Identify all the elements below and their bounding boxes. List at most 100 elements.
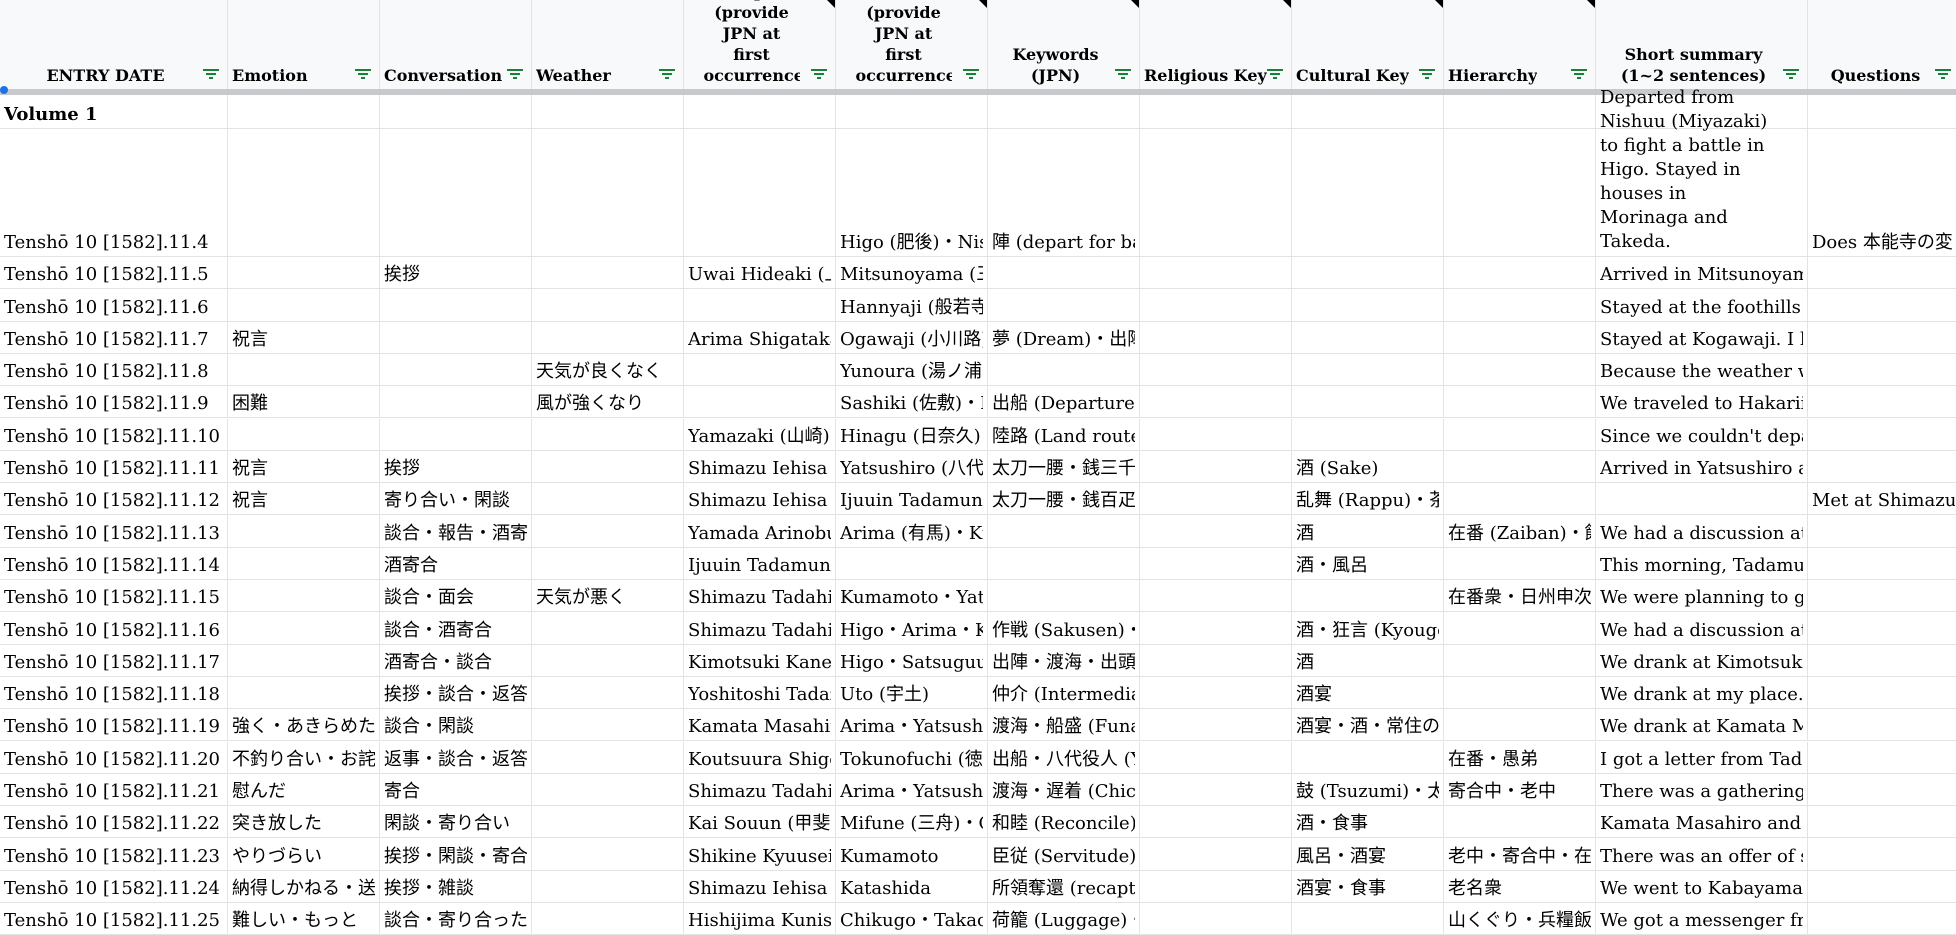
cell-people[interactable]: Shimazu Tadahira <box>684 773 836 807</box>
cell-emotion[interactable]: 突き放した <box>228 806 380 839</box>
cell-places[interactable]: Higo・Satsuguuni <box>836 644 988 677</box>
cell-date[interactable]: Tenshō 10 [1582].11.21 <box>0 773 228 807</box>
cell-cultural[interactable]: 酒 <box>1292 515 1444 548</box>
cell-places[interactable]: Higo (肥後)・Nis <box>836 129 988 257</box>
cell-hierarchy[interactable] <box>1444 483 1596 516</box>
cell-summary[interactable]: Stayed at the foothills of Hannyaji. <box>1596 289 1808 322</box>
cell-questions[interactable]: Met at Shimazu Ie <box>1808 483 1956 516</box>
filter-icon[interactable] <box>1935 68 1951 80</box>
column-header-conversation[interactable]: Conversation <box>380 0 532 90</box>
cell-keywords[interactable] <box>988 515 1140 548</box>
cell-people[interactable] <box>684 386 836 419</box>
cell-date[interactable]: Tenshō 10 [1582].11.12 <box>0 483 228 516</box>
cell-keywords[interactable] <box>988 547 1140 580</box>
cell-cultural[interactable] <box>1292 257 1444 290</box>
cell-emotion[interactable] <box>228 129 380 257</box>
cell-date[interactable]: Tenshō 10 [1582].11.24 <box>0 870 228 903</box>
cell-people[interactable]: Shimazu Iehisa (島 <box>684 450 836 484</box>
cell-hierarchy[interactable] <box>1444 321 1596 354</box>
cell-cultural[interactable]: 酒宴 <box>1292 676 1444 710</box>
cell-questions[interactable] <box>1808 645 1956 677</box>
cell-religious[interactable] <box>1140 450 1292 484</box>
cell-keywords[interactable] <box>988 353 1140 387</box>
cell-conversation[interactable] <box>380 386 532 419</box>
cell-date[interactable]: Tenshō 10 [1582].11.13 <box>0 515 228 548</box>
cell-weather[interactable] <box>532 612 684 645</box>
cell-summary[interactable]: There was a gathering at Tadahira's plac… <box>1596 773 1808 807</box>
cell-date[interactable]: Tenshō 10 [1582].11.18 <box>0 676 228 710</box>
cell-summary[interactable]: We went to Kabayama Gensa's inn and ate … <box>1596 870 1808 903</box>
cell-hierarchy[interactable] <box>1444 353 1596 387</box>
filter-icon[interactable] <box>811 68 827 80</box>
cell-people[interactable]: Ijuuin Tadamune・Kimotsuki Kanehiro (肝付兼寛… <box>684 547 836 580</box>
filter-icon[interactable] <box>1267 68 1283 80</box>
cell-religious[interactable] <box>1140 709 1292 742</box>
cell-people[interactable]: Shimazu Tadahira <box>684 580 836 613</box>
cell-weather[interactable] <box>532 547 684 580</box>
filter-icon[interactable] <box>203 68 219 80</box>
cell-weather[interactable] <box>532 806 684 839</box>
cell-questions[interactable] <box>1808 548 1956 580</box>
selection-handle[interactable] <box>0 86 8 94</box>
cell-questions[interactable]: Does 本能寺の変 a <box>1808 129 1956 257</box>
cell-date[interactable]: Tenshō 10 [1582].11.20 <box>0 741 228 774</box>
cell-cultural[interactable]: 鼓 (Tsuzumi)・太 <box>1292 773 1444 807</box>
cell-keywords[interactable]: 仲介 (Intermediary) <box>988 676 1140 710</box>
cell-hierarchy[interactable]: 在番・愚弟 <box>1444 741 1596 774</box>
cell-emotion[interactable]: 難しい・もっと <box>228 903 380 935</box>
column-header-people[interactable]: People (provide JPN at first occurrence) <box>684 0 836 90</box>
column-header-hierarchy[interactable]: Hierarchy <box>1444 0 1596 90</box>
cell[interactable] <box>1808 95 1956 129</box>
cell-cultural[interactable]: 酒 <box>1292 644 1444 677</box>
cell-religious[interactable] <box>1140 903 1292 935</box>
cell-conversation[interactable]: 酒寄合・談合 <box>380 644 532 677</box>
cell-conversation[interactable]: 談合・面会 <box>380 580 532 613</box>
filter-icon[interactable] <box>355 68 371 80</box>
cell-questions[interactable] <box>1808 580 1956 613</box>
cell-questions[interactable] <box>1808 451 1956 484</box>
filter-icon[interactable] <box>1115 68 1131 80</box>
cell-hierarchy[interactable] <box>1444 257 1596 290</box>
cell-keywords[interactable]: 出船 (Departure by boat) <box>988 386 1140 419</box>
cell-people[interactable]: Arima Shigataka ( <box>684 321 836 354</box>
cell[interactable] <box>836 95 988 129</box>
cell-religious[interactable] <box>1140 773 1292 807</box>
cell-questions[interactable] <box>1808 419 1956 451</box>
cell-people[interactable]: Shimazu Iehisa・I <box>684 483 836 516</box>
cell-keywords[interactable]: 渡海・遅着 (Chichaku) <box>988 773 1140 807</box>
cell-places[interactable]: Sashiki (佐敷)・H <box>836 386 988 419</box>
cell-religious[interactable] <box>1140 418 1292 451</box>
cell-questions[interactable] <box>1808 677 1956 710</box>
cell-keywords[interactable]: 和睦 (Reconcile) <box>988 806 1140 839</box>
cell-weather[interactable] <box>532 838 684 871</box>
cell-people[interactable]: Kamata Masahiro <box>684 709 836 742</box>
cell-religious[interactable] <box>1140 289 1292 322</box>
cell-date[interactable]: Tenshō 10 [1582].11.15 <box>0 580 228 613</box>
cell-cultural[interactable]: 酒・風呂 <box>1292 547 1444 580</box>
cell-hierarchy[interactable] <box>1444 612 1596 645</box>
column-header-emotion[interactable]: Emotion <box>228 0 380 90</box>
cell-cultural[interactable] <box>1292 289 1444 322</box>
cell-hierarchy[interactable] <box>1444 450 1596 484</box>
cell-date[interactable]: Tenshō 10 [1582].11.6 <box>0 289 228 322</box>
cell-weather[interactable] <box>532 741 684 774</box>
cell-religious[interactable] <box>1140 870 1292 903</box>
cell-summary[interactable]: Because the weather was bad, we were fin… <box>1596 353 1808 387</box>
cell-summary[interactable]: We had a discussion at Tadahira's shelte… <box>1596 515 1808 548</box>
cell-weather[interactable] <box>532 515 684 548</box>
cell-weather[interactable] <box>532 129 684 257</box>
cell[interactable] <box>380 95 532 129</box>
cell-emotion[interactable] <box>228 580 380 613</box>
cell-religious[interactable] <box>1140 676 1292 710</box>
cell[interactable] <box>1140 95 1292 129</box>
cell-summary[interactable]: We had a discussion at Tadahira's shelte… <box>1596 612 1808 645</box>
cell-hierarchy[interactable] <box>1444 386 1596 419</box>
cell-summary[interactable]: We drank at Kimotsuki Kanehiro's place a… <box>1596 644 1808 677</box>
cell-summary[interactable]: Kamata Masahiro and Hishijima Kunisada n <box>1596 806 1808 839</box>
cell-date[interactable]: Tenshō 10 [1582].11.16 <box>0 612 228 645</box>
cell-religious[interactable] <box>1140 838 1292 871</box>
cell-date[interactable]: Tenshō 10 [1582].11.11 <box>0 450 228 484</box>
cell-places[interactable] <box>836 547 988 580</box>
cell-keywords[interactable] <box>988 257 1140 290</box>
cell-conversation[interactable]: 談合・閑談 <box>380 709 532 742</box>
